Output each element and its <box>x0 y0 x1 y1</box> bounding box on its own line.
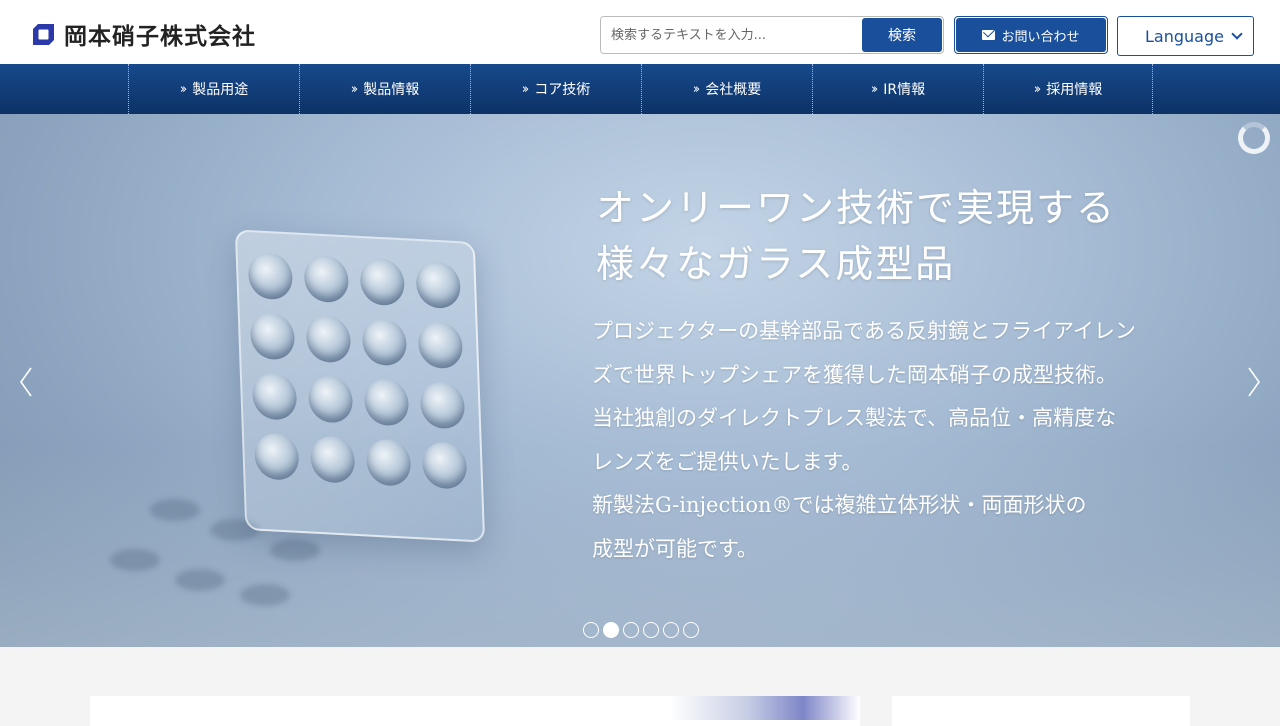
logo[interactable]: 岡本硝子株式会社 <box>31 17 256 51</box>
side-card[interactable] <box>892 696 1190 726</box>
double-chevron-right-icon: ›› <box>692 81 701 97</box>
slide-dot-1[interactable] <box>583 622 599 638</box>
lens <box>365 438 412 487</box>
nav-item-core-technology[interactable]: ›› コア技術 <box>470 64 641 114</box>
lens <box>419 381 466 430</box>
search-bar: 検索 <box>600 16 944 54</box>
lens <box>253 432 300 481</box>
lens <box>359 257 406 307</box>
double-chevron-right-icon: ›› <box>521 81 530 97</box>
hero-body-line: 当社独創のダイレクトプレス製法で、高品位・高精度な <box>592 406 1117 430</box>
envelope-icon <box>982 30 996 40</box>
double-chevron-right-icon: ›› <box>350 81 359 97</box>
hero-title: オンリーワン技術で実現する 様々なガラス成型品 <box>596 180 1116 292</box>
slide-dot-3[interactable] <box>623 622 639 638</box>
nav-item-label: 採用情報 <box>1046 82 1103 98</box>
nav-item-label: 製品情報 <box>363 82 420 98</box>
nav-item-label: コア技術 <box>534 82 591 98</box>
slider-pagination <box>583 622 699 638</box>
logo-mark-icon <box>31 22 56 47</box>
lens <box>309 435 356 484</box>
hero-body-line: プロジェクターの基幹部品である反射鏡とフライアイレン <box>592 319 1136 343</box>
double-chevron-right-icon: ›› <box>870 81 879 97</box>
hero-body-line: 成型が可能です。 <box>592 536 758 561</box>
language-label: Language <box>1145 26 1224 46</box>
lens <box>307 375 354 424</box>
double-chevron-right-icon: ›› <box>1033 81 1042 97</box>
nav-item-label: 会社概要 <box>705 82 762 98</box>
lens <box>417 320 464 370</box>
nav-item-ir[interactable]: ›› IR情報 <box>812 64 983 114</box>
glass-lens-array-image <box>234 229 486 543</box>
lens <box>421 441 468 490</box>
chevron-right-icon <box>1248 367 1260 397</box>
hero-body-line: ズで世界トップシェアを獲得した岡本硝子の成型技術。 <box>592 362 1117 387</box>
nav-item-applications[interactable]: ›› 製品用途 <box>128 64 299 114</box>
slide-dot-6[interactable] <box>683 622 699 638</box>
double-chevron-right-icon: ›› <box>179 81 188 97</box>
search-input[interactable] <box>601 17 861 53</box>
slide-dot-5[interactable] <box>663 622 679 638</box>
lens <box>251 372 298 421</box>
lens-shadow <box>150 499 200 521</box>
nav-item-products[interactable]: ›› 製品情報 <box>299 64 470 114</box>
hero-body-line: レンズをご提供いたします。 <box>592 449 863 474</box>
contact-label: お問い合わせ <box>1001 29 1080 45</box>
lens <box>303 254 350 304</box>
nav-item-company[interactable]: ›› 会社概要 <box>641 64 812 114</box>
slider-prev-button[interactable] <box>18 367 34 397</box>
lens <box>249 312 296 361</box>
site-header: 岡本硝子株式会社 検索 お問い合わせ Language <box>0 0 1280 64</box>
slider-timer-icon <box>1238 122 1270 154</box>
lens <box>247 252 294 301</box>
lens-shadow <box>110 549 160 571</box>
hero-description: プロジェクターの基幹部品である反射鏡とフライアイレン ズで世界トップシェアを獲得… <box>592 310 1152 571</box>
lens <box>361 318 408 367</box>
slide-dot-2[interactable] <box>603 622 619 638</box>
content-card[interactable] <box>90 696 860 726</box>
company-name: 岡本硝子株式会社 <box>64 24 256 50</box>
language-select[interactable]: Language <box>1117 16 1254 56</box>
card-image <box>670 696 860 720</box>
nav-item-label: 製品用途 <box>192 82 249 98</box>
lens-shadow <box>175 569 225 591</box>
hero-title-line: 様々なガラス成型品 <box>596 242 956 286</box>
lens-shadow <box>240 584 290 606</box>
slider-next-button[interactable] <box>1246 367 1262 397</box>
chevron-left-icon <box>20 367 32 397</box>
search-button[interactable]: 検索 <box>862 18 942 52</box>
slide-dot-4[interactable] <box>643 622 659 638</box>
main-nav: ›› 製品用途 ›› 製品情報 ›› コア技術 ›› 会社概要 ›› IR情報 … <box>0 64 1280 114</box>
chevron-down-icon <box>1231 28 1243 40</box>
nav-item-recruit[interactable]: ›› 採用情報 <box>983 64 1153 114</box>
hero-title-line: オンリーワン技術で実現する <box>596 186 1117 230</box>
lens <box>415 260 462 310</box>
lens <box>363 378 410 427</box>
nav-item-label: IR情報 <box>883 82 926 98</box>
lens <box>305 315 352 364</box>
contact-button[interactable]: お問い合わせ <box>954 16 1108 54</box>
lens-shadow <box>270 539 320 561</box>
hero-body-line: 新製法G-injection®では複雑立体形状・両面形状の <box>592 493 1087 517</box>
